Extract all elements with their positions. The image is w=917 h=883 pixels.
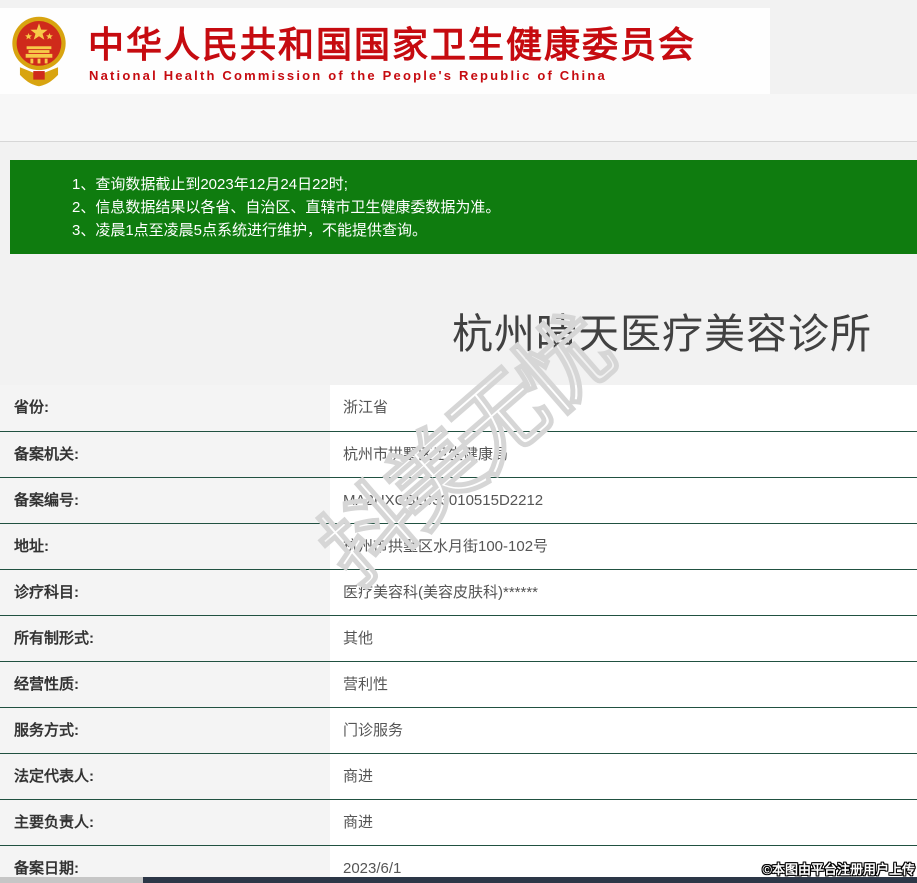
field-label: 所有制形式: bbox=[0, 616, 330, 661]
record-row: 经营性质: 营利性 bbox=[0, 661, 917, 707]
notice-line-3: 3、凌晨1点至凌晨5点系统进行维护，不能提供查询。 bbox=[72, 219, 907, 242]
notice-line-2: 2、信息数据结果以各省、自治区、直辖市卫生健康委数据为准。 bbox=[72, 196, 907, 219]
field-value: 商进 bbox=[330, 800, 917, 845]
record-row: 服务方式: 门诊服务 bbox=[0, 707, 917, 753]
record-row: 地址: 杭州市拱墅区水月街100-102号 bbox=[0, 523, 917, 569]
field-label: 法定代表人: bbox=[0, 754, 330, 799]
record-row: 法定代表人: 商进 bbox=[0, 753, 917, 799]
horizontal-scrollbar[interactable] bbox=[0, 877, 917, 883]
record-row: 备案编号: MA2HXCBL033010515D2212 bbox=[0, 477, 917, 523]
site-title-en: National Health Commission of the People… bbox=[89, 68, 607, 83]
notice-line-1: 1、查询数据截止到2023年12月24日22时; bbox=[72, 173, 907, 196]
record-row: 所有制形式: 其他 bbox=[0, 615, 917, 661]
notice-banner: 1、查询数据截止到2023年12月24日22时; 2、信息数据结果以各省、自治区… bbox=[10, 160, 917, 254]
attribution-note: ©本图由平台注册用户上传 bbox=[762, 859, 915, 878]
field-label: 地址: bbox=[0, 524, 330, 569]
record-row: 备案机关: 杭州市拱墅区卫生健康局 bbox=[0, 431, 917, 477]
field-value: 浙江省 bbox=[330, 385, 917, 431]
national-emblem-icon bbox=[10, 12, 68, 92]
site-header: 中华人民共和国国家卫生健康委员会 National Health Commiss… bbox=[0, 8, 770, 94]
subheader-strip bbox=[0, 94, 917, 142]
field-label: 服务方式: bbox=[0, 708, 330, 753]
field-label: 经营性质: bbox=[0, 662, 330, 707]
record-row: 省份: 浙江省 bbox=[0, 385, 917, 431]
record-row: 主要负责人: 商进 bbox=[0, 799, 917, 845]
field-value: 门诊服务 bbox=[330, 708, 917, 753]
field-value: 杭州市拱墅区卫生健康局 bbox=[330, 432, 917, 477]
field-label: 省份: bbox=[0, 385, 330, 431]
field-value: 医疗美容科(美容皮肤科)****** bbox=[330, 570, 917, 615]
field-value: 营利性 bbox=[330, 662, 917, 707]
field-value: 商进 bbox=[330, 754, 917, 799]
horizontal-scrollbar-thumb[interactable] bbox=[143, 877, 917, 883]
field-value: 杭州市拱墅区水月街100-102号 bbox=[330, 524, 917, 569]
field-label: 主要负责人: bbox=[0, 800, 330, 845]
site-title-cn: 中华人民共和国国家卫生健康委员会 bbox=[88, 16, 696, 68]
field-value: MA2HXCBL033010515D2212 bbox=[330, 478, 917, 523]
field-label: 备案编号: bbox=[0, 478, 330, 523]
field-value: 其他 bbox=[330, 616, 917, 661]
field-label: 诊疗科目: bbox=[0, 570, 330, 615]
page: 中华人民共和国国家卫生健康委员会 National Health Commiss… bbox=[0, 0, 917, 883]
clinic-name-title: 杭州睛天医疗美容诊所 bbox=[452, 300, 872, 360]
field-label: 备案机关: bbox=[0, 432, 330, 477]
record-row: 诊疗科目: 医疗美容科(美容皮肤科)****** bbox=[0, 569, 917, 615]
record-table: 省份: 浙江省 备案机关: 杭州市拱墅区卫生健康局 备案编号: MA2HXCBL… bbox=[0, 385, 917, 883]
